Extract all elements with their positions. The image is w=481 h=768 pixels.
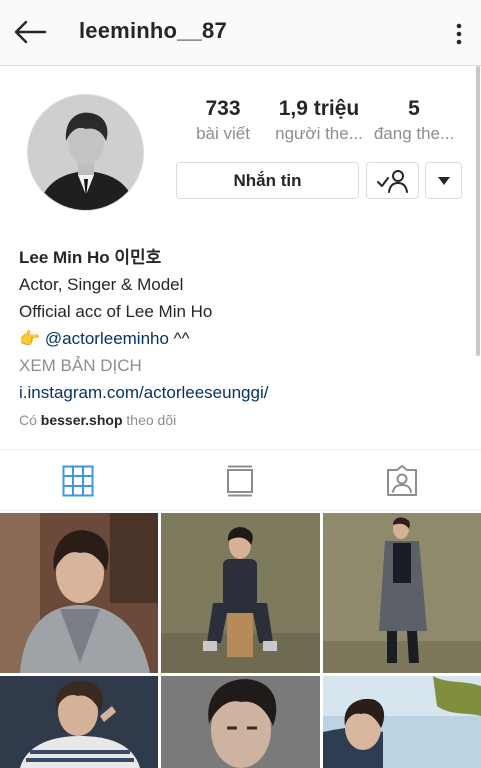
translate-button[interactable]: XEM BẢN DỊCH	[19, 352, 459, 379]
post-image	[161, 513, 320, 673]
post-thumbnail[interactable]	[161, 513, 320, 673]
posts-label: bài viết	[196, 124, 250, 143]
feed-icon	[227, 465, 253, 497]
stat-following[interactable]: 5 đang the...	[366, 96, 462, 146]
profile-avatar[interactable]	[27, 94, 144, 211]
tab-feed[interactable]	[223, 464, 257, 498]
posts-count: 733	[205, 97, 241, 120]
following-button[interactable]	[366, 162, 419, 199]
profile-bio: Lee Min Ho 이민호 Actor, Singer & Model Off…	[19, 244, 459, 434]
following-label: đang the...	[373, 124, 455, 143]
post-thumbnail[interactable]	[0, 676, 158, 768]
followers-label: người the...	[275, 124, 363, 143]
profile-tabs	[0, 449, 481, 511]
post-image	[0, 513, 158, 673]
bio-line-3: 👉 @actorleeminho ^^	[19, 325, 459, 352]
post-thumbnail[interactable]	[0, 513, 158, 673]
followers-count: 1,9 triệu	[278, 97, 360, 120]
pointing-hand-emoji: 👉	[19, 329, 41, 348]
followed-by[interactable]: Có besser.shop theo dõi	[19, 406, 459, 434]
followed-suffix: theo dõi	[122, 412, 177, 428]
user-check-icon	[376, 169, 408, 193]
scrollbar[interactable]	[476, 66, 480, 356]
website-link[interactable]: i.instagram.com/actorleeseunggi/	[19, 379, 459, 406]
more-vertical-icon	[456, 23, 462, 45]
post-thumbnail[interactable]	[323, 513, 481, 673]
message-button[interactable]: Nhắn tin	[176, 162, 359, 199]
top-bar: leeminho__87	[0, 0, 481, 66]
grid-icon	[62, 465, 94, 497]
bio-line-1: Actor, Singer & Model	[19, 275, 184, 294]
post-thumbnail[interactable]	[161, 676, 320, 768]
mention-suffix: ^^	[168, 329, 190, 348]
tab-grid[interactable]	[61, 464, 95, 498]
following-count: 5	[408, 97, 420, 120]
post-image	[161, 676, 320, 768]
post-image	[0, 676, 158, 768]
back-button[interactable]	[10, 14, 50, 50]
tagged-icon	[387, 465, 417, 496]
profile-full-name: Lee Min Ho 이민호	[19, 248, 162, 267]
bio-line-2: Official acc of Lee Min Ho	[19, 302, 213, 321]
stat-posts[interactable]: 733 bài viết	[185, 96, 261, 146]
caret-down-icon	[437, 176, 450, 185]
followed-prefix: Có	[19, 412, 41, 428]
suggestions-dropdown-button[interactable]	[425, 162, 462, 199]
arrow-left-icon	[14, 20, 47, 44]
tab-tagged[interactable]	[385, 464, 419, 498]
post-thumbnail[interactable]	[323, 676, 481, 768]
more-options-button[interactable]	[447, 14, 471, 54]
profile-username: leeminho__87	[79, 18, 227, 43]
avatar-image	[28, 95, 143, 210]
stat-followers[interactable]: 1,9 triệu người the...	[268, 96, 370, 146]
post-image	[323, 513, 481, 673]
mention-link[interactable]: @actorleeminho	[45, 329, 169, 348]
post-image	[323, 676, 481, 768]
followed-by-user: besser.shop	[40, 412, 123, 428]
